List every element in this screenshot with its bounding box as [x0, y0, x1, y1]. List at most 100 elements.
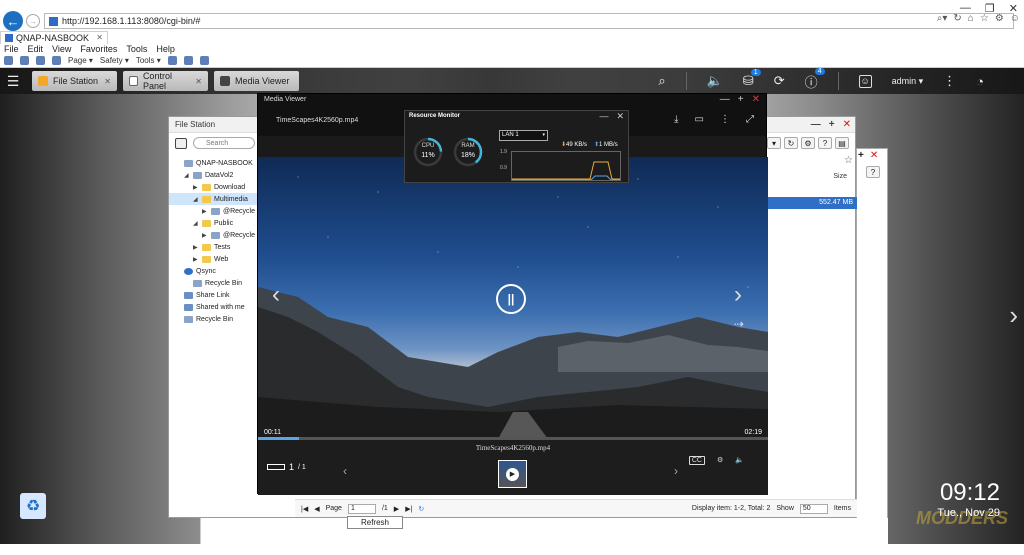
tree-item[interactable]: ▶ @Recycle: [169, 229, 259, 241]
items-per-page-select[interactable]: 50: [799, 503, 828, 514]
cpu-gauge[interactable]: CPU 11%: [413, 137, 443, 167]
favorites-star-icon[interactable]: ☆: [980, 13, 989, 24]
tree-caret-icon[interactable]: ◢: [193, 220, 199, 227]
dashboard-icon[interactable]: ◔: [976, 74, 984, 89]
favorite-star-icon[interactable]: ☆: [844, 155, 853, 166]
fullscreen-icon[interactable]: ⤢: [746, 114, 754, 125]
help-icon[interactable]: [167, 56, 177, 65]
tree-item[interactable]: ▶ Web: [169, 253, 259, 265]
refresh-icon[interactable]: ↻: [784, 137, 798, 149]
safety-menu[interactable]: Safety ▾: [100, 56, 129, 65]
maximize-icon[interactable]: +: [738, 94, 744, 105]
menu-view[interactable]: View: [52, 44, 71, 54]
selected-file-row[interactable]: 552.47 MB: [767, 197, 857, 209]
menu-file[interactable]: File: [4, 44, 19, 54]
home-icon[interactable]: ⌂: [968, 13, 974, 24]
video-frame[interactable]: ‹ › ⇢ || 00:11 02:19: [258, 157, 768, 439]
search-icon[interactable]: ⌕▾: [937, 13, 948, 24]
quality-settings-icon[interactable]: ⚙: [717, 456, 723, 465]
print-icon[interactable]: [52, 56, 61, 65]
slideshow-icon[interactable]: ⇢: [734, 317, 744, 331]
tree-item[interactable]: ▶ Download: [169, 181, 259, 193]
next-media-icon[interactable]: ›: [734, 281, 742, 309]
smiley-icon[interactable]: ☺: [1010, 13, 1020, 24]
tree-item[interactable]: Recycle Bin: [169, 277, 259, 289]
search-icon[interactable]: ⌕: [658, 73, 665, 89]
tree-caret-icon[interactable]: ▶: [193, 244, 199, 251]
maximize-icon[interactable]: +: [829, 119, 835, 130]
refresh-button[interactable]: Refresh: [347, 516, 403, 529]
forward-button[interactable]: →: [26, 14, 40, 28]
tree-item[interactable]: Recycle Bin: [169, 313, 259, 325]
minimize-icon[interactable]: —: [720, 94, 730, 105]
tree-caret-icon[interactable]: ▶: [202, 232, 208, 239]
desktop-next-arrow-icon[interactable]: ›: [1009, 300, 1018, 331]
research-icon[interactable]: [183, 56, 193, 65]
close-icon[interactable]: ✕: [752, 94, 760, 105]
event-notification-icon[interactable]: ⓘ 4: [805, 68, 825, 91]
back-button[interactable]: ←: [3, 11, 23, 31]
tree-item[interactable]: ▶ @Recycle: [169, 205, 259, 217]
prev-page-icon[interactable]: ◀: [314, 505, 319, 513]
download-icon[interactable]: ⤓: [674, 114, 678, 125]
thumbnail-next-icon[interactable]: ›: [674, 464, 678, 478]
more-options-icon[interactable]: ⋮: [943, 73, 956, 89]
cast-icon[interactable]: ▭: [695, 114, 704, 125]
tree-item[interactable]: ◢ Multimedia: [169, 193, 259, 205]
close-icon[interactable]: ✕: [616, 111, 624, 122]
address-bar[interactable]: http://192.168.1.113:8080/cgi-bin/#: [44, 13, 1014, 29]
tree-caret-icon[interactable]: ▶: [193, 256, 199, 263]
feeds-icon[interactable]: [20, 56, 29, 65]
tree-caret-icon[interactable]: ◢: [193, 196, 199, 203]
tree-item[interactable]: ▶ Tests: [169, 241, 259, 253]
volume-icon[interactable]: 🔈: [735, 456, 744, 465]
browser-tab[interactable]: QNAP-NASBOOK ✕: [0, 30, 108, 44]
first-page-icon[interactable]: |◀: [301, 505, 308, 513]
settings-gear-icon[interactable]: ⚙: [995, 13, 1004, 24]
tab-file-station[interactable]: File Station ✕: [32, 71, 117, 91]
panel-icon[interactable]: ▤: [835, 137, 849, 149]
mail-icon[interactable]: [36, 56, 45, 65]
subtitles-button[interactable]: CC: [688, 456, 705, 465]
info-icon[interactable]: ?: [818, 137, 832, 149]
tab-control-panel[interactable]: Control Panel ✕: [123, 71, 208, 91]
refresh-icon[interactable]: ↻: [953, 13, 961, 24]
page-input[interactable]: 1: [347, 503, 376, 514]
help-button[interactable]: ?: [866, 166, 880, 178]
tree-caret-icon[interactable]: ◢: [184, 172, 190, 179]
minimize-icon[interactable]: —: [599, 111, 608, 122]
home-page-icon[interactable]: [4, 56, 13, 65]
user-avatar-icon[interactable]: ☺: [858, 74, 872, 88]
search-input[interactable]: Search: [193, 137, 255, 149]
more-options-icon[interactable]: ⋮: [720, 114, 730, 125]
pause-icon[interactable]: ||: [496, 284, 526, 314]
tools-menu[interactable]: Tools ▾: [136, 56, 161, 65]
tree-item[interactable]: Qsync: [169, 265, 259, 277]
tab-media-viewer[interactable]: Media Viewer: [214, 71, 299, 91]
tree-item[interactable]: QNAP-NASBOOK: [169, 157, 259, 169]
close-icon[interactable]: ✕: [104, 77, 111, 86]
user-menu[interactable]: admin ▾: [892, 76, 924, 87]
volume-icon[interactable]: 🔈: [707, 73, 723, 89]
thumbnail[interactable]: ▶: [498, 460, 527, 488]
external-device-icon[interactable]: ⟳: [774, 73, 785, 89]
maximize-icon[interactable]: +: [858, 150, 864, 161]
filmstrip-icon[interactable]: [267, 464, 285, 470]
close-icon[interactable]: ✕: [870, 150, 878, 161]
next-page-icon[interactable]: ▶: [394, 505, 399, 513]
main-menu-icon[interactable]: ☰: [0, 73, 26, 90]
refresh-icon[interactable]: ↻: [418, 505, 424, 513]
menu-tools[interactable]: Tools: [126, 44, 147, 54]
ram-gauge[interactable]: RAM 18%: [453, 137, 483, 167]
last-page-icon[interactable]: ▶|: [405, 505, 412, 513]
tree-item[interactable]: ◢ DataVol2: [169, 169, 259, 181]
addon-icon[interactable]: [199, 56, 209, 65]
view-toggle-icon[interactable]: [175, 137, 187, 149]
previous-media-icon[interactable]: ‹: [272, 281, 280, 309]
menu-favorites[interactable]: Favorites: [80, 44, 117, 54]
tree-item[interactable]: Shared with me: [169, 301, 259, 313]
menu-edit[interactable]: Edit: [28, 44, 44, 54]
tree-item[interactable]: ◢ Public: [169, 217, 259, 229]
settings-icon[interactable]: ⚙: [801, 137, 815, 149]
menu-help[interactable]: Help: [156, 44, 175, 54]
